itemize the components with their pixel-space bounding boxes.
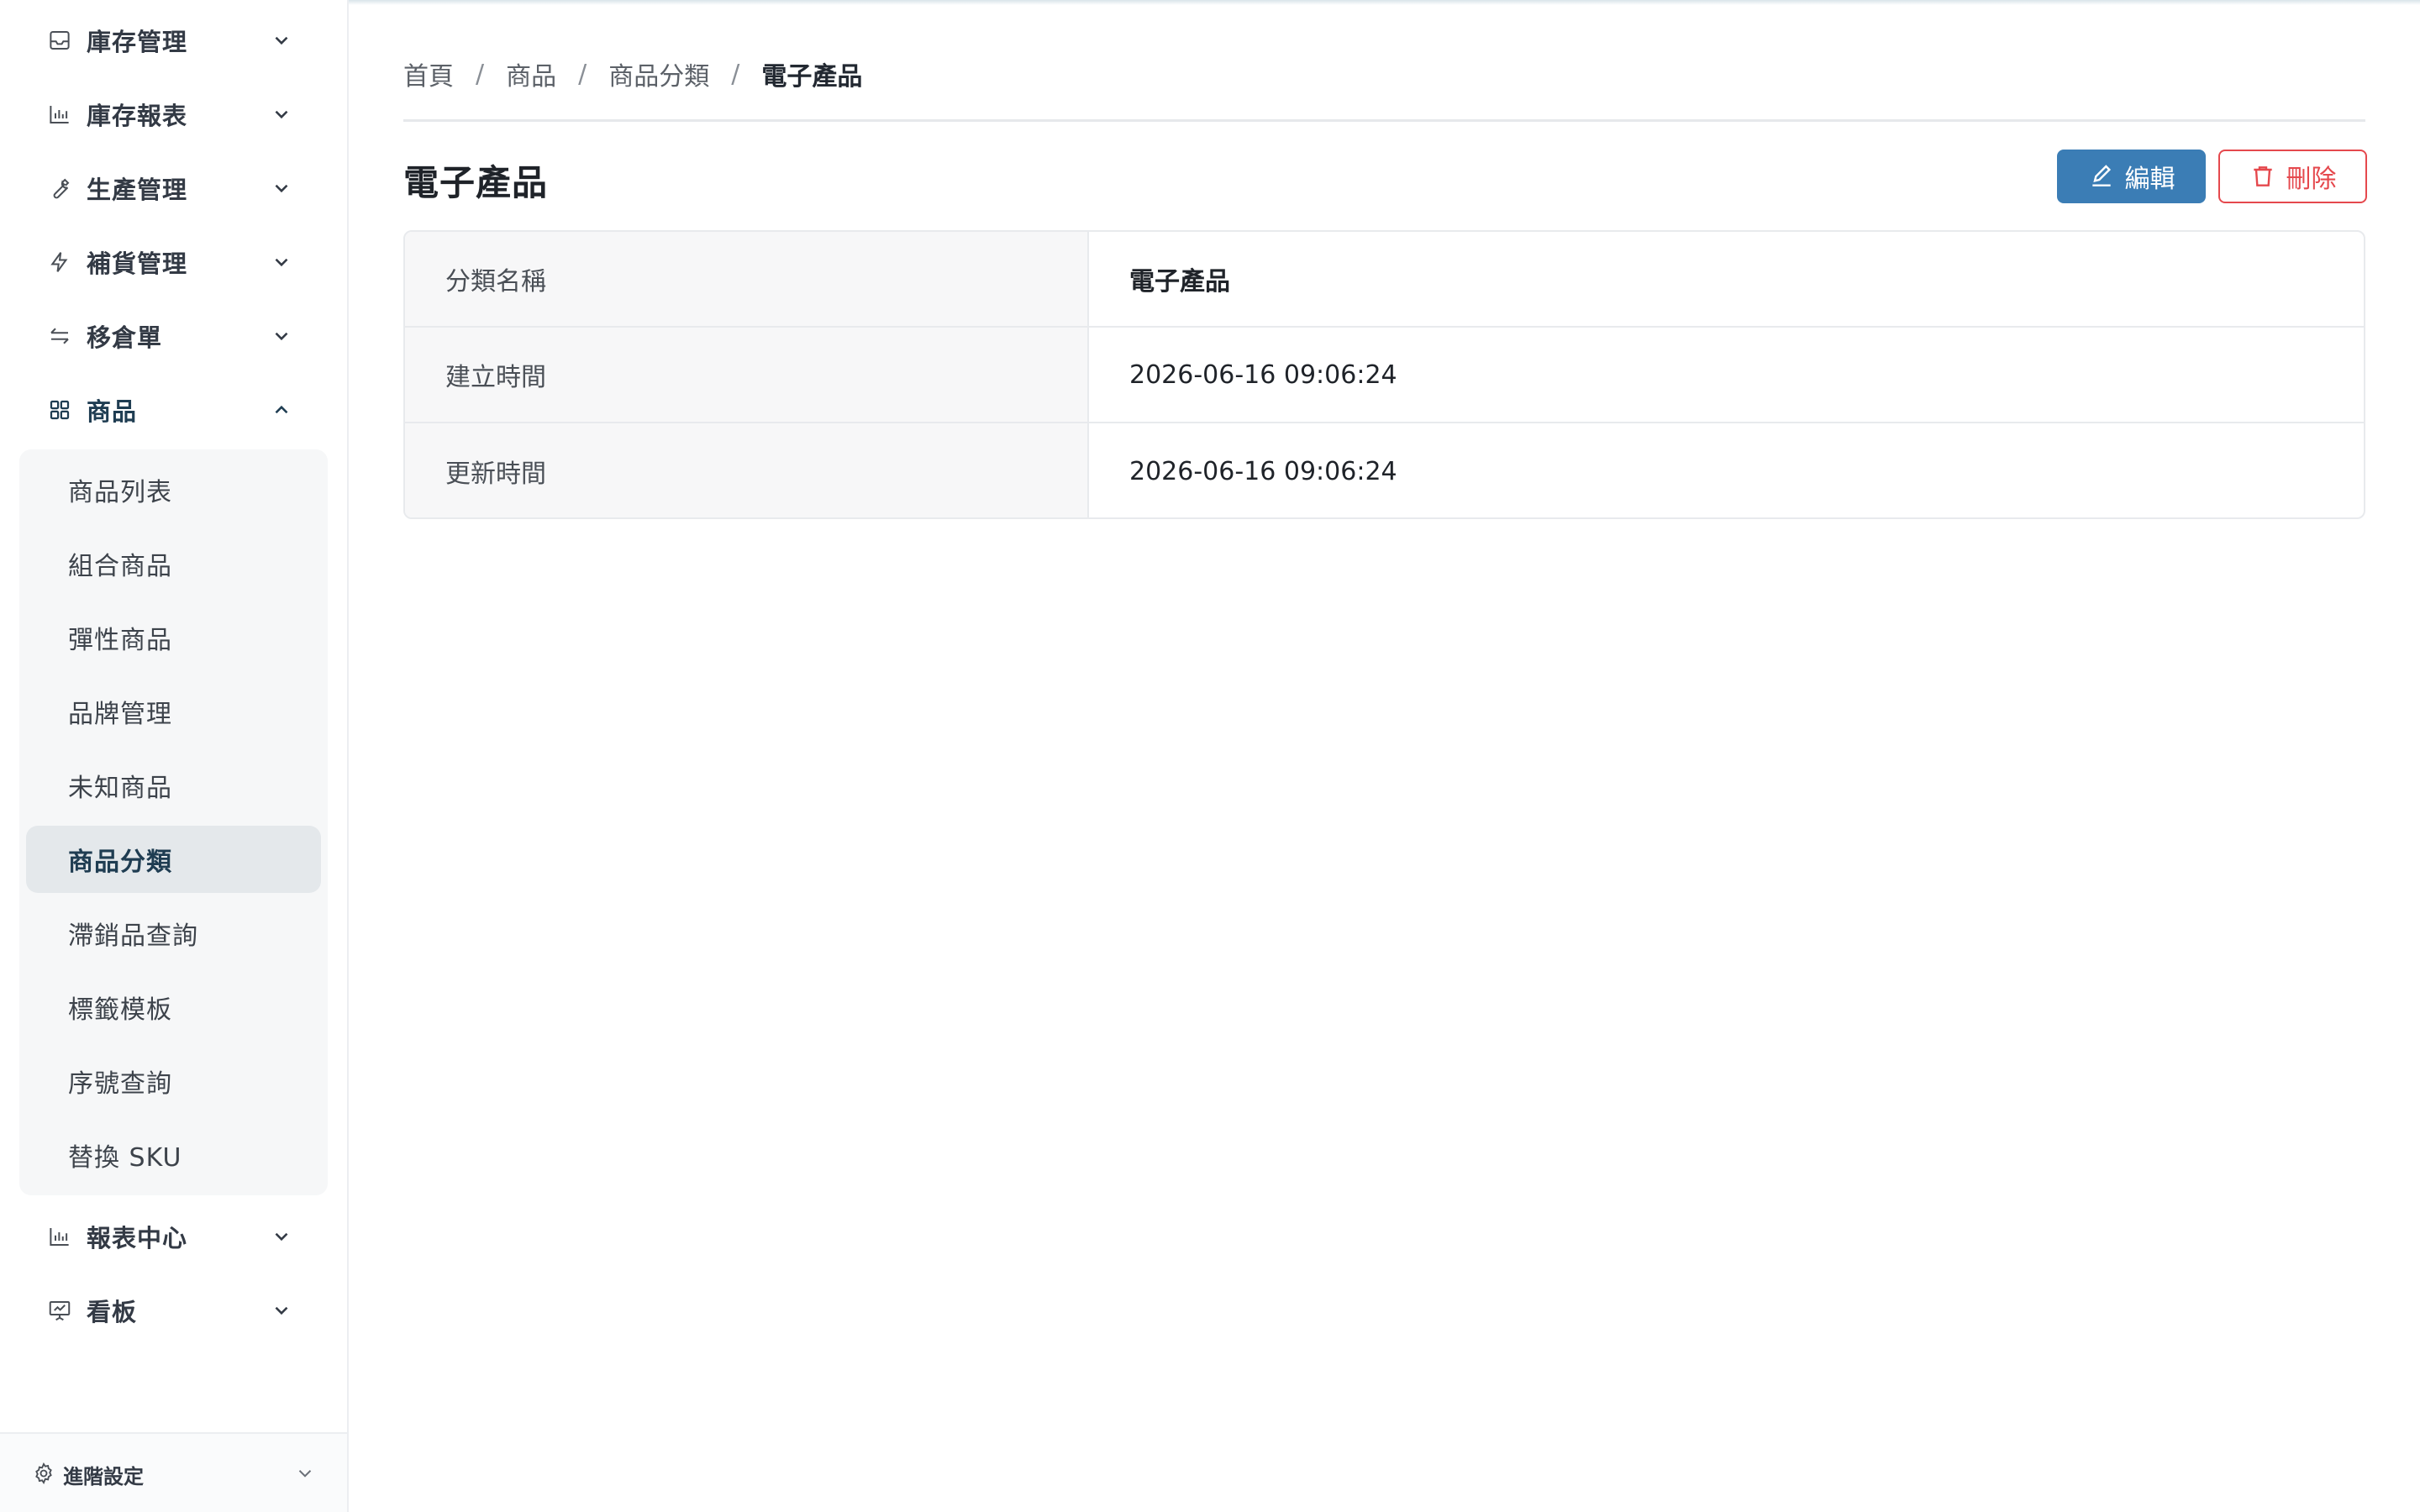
trash-icon <box>2253 166 2272 186</box>
sidebar-item-dashboard[interactable]: 看板 <box>0 1277 347 1344</box>
submenu-item-label: 序號查詢 <box>68 1069 172 1099</box>
breadcrumb-product-categories[interactable]: 商品分類 <box>608 55 709 92</box>
sidebar-item-label: 生產管理 <box>87 176 188 204</box>
submenu-item-label: 滯銷品查詢 <box>68 921 198 951</box>
chevron-down-icon <box>267 100 296 129</box>
chevron-down-icon <box>267 174 296 202</box>
sidebar: 庫存管理 庫存報表 生產管理 補貨管理 移倉單 商品 商品列表 組合商品 彈性商… <box>0 0 349 1512</box>
chevron-down-icon <box>267 322 296 350</box>
submenu-item-bundle-products[interactable]: 組合商品 <box>26 530 321 597</box>
bar-chart-icon <box>45 100 74 129</box>
sidebar-item-products[interactable]: 商品 <box>0 376 347 444</box>
presentation-chart-icon <box>45 1296 74 1325</box>
submenu-item-slow-moving-query[interactable]: 滯銷品查詢 <box>26 900 321 967</box>
edit-button-label: 編輯 <box>2124 165 2175 194</box>
app-root: 庫存管理 庫存報表 生產管理 補貨管理 移倉單 商品 商品列表 組合商品 彈性商… <box>0 0 2420 1512</box>
grid-icon <box>45 396 74 424</box>
breadcrumb-divider <box>403 119 2365 122</box>
detail-row-created-at: 建立時間 2026-06-16 09:06:24 <box>405 328 2364 423</box>
submenu-item-label: 組合商品 <box>68 552 172 581</box>
delete-button[interactable]: 刪除 <box>2218 150 2367 203</box>
sidebar-item-label: 商品 <box>87 397 138 426</box>
page-title: 電子產品 <box>403 162 549 203</box>
bar-chart-icon <box>45 1222 74 1251</box>
main-content: 首頁 / 商品 / 商品分類 / 電子產品 電子產品 編輯 刪除 分類名稱 電子… <box>349 0 2420 1512</box>
breadcrumb-home[interactable]: 首頁 <box>403 55 454 92</box>
chevron-down-icon <box>267 248 296 276</box>
submenu-item-label: 商品列表 <box>68 478 172 507</box>
top-bar-shadow <box>349 0 2420 5</box>
products-submenu: 商品列表 組合商品 彈性商品 品牌管理 未知商品 商品分類 滯銷品查詢 標籤模板 <box>19 449 328 1195</box>
detail-value: 2026-06-16 09:06:24 <box>1129 360 1397 390</box>
submenu-item-product-categories[interactable]: 商品分類 <box>26 826 321 893</box>
sidebar-item-label: 庫存報表 <box>87 102 188 130</box>
sidebar-item-transfer[interactable]: 移倉單 <box>0 302 347 370</box>
detail-value: 電子產品 <box>1129 267 1230 297</box>
detail-key: 建立時間 <box>405 328 1089 422</box>
lightning-icon <box>45 248 74 276</box>
submenu-item-label: 標籤模板 <box>68 995 172 1025</box>
chevron-down-icon <box>267 1296 296 1325</box>
breadcrumb: 首頁 / 商品 / 商品分類 / 電子產品 <box>403 55 863 92</box>
sidebar-item-production[interactable]: 生產管理 <box>0 155 347 222</box>
chevron-down-icon <box>267 26 296 55</box>
submenu-item-serial-query[interactable]: 序號查詢 <box>26 1047 321 1115</box>
breadcrumb-separator: / <box>578 59 587 89</box>
submenu-item-brand-management[interactable]: 品牌管理 <box>26 678 321 745</box>
transfer-icon <box>45 322 74 350</box>
detail-value: 2026-06-16 09:06:24 <box>1129 456 1397 486</box>
breadcrumb-separator: / <box>476 59 485 89</box>
sidebar-item-label: 移倉單 <box>87 323 163 352</box>
submenu-item-label: 未知商品 <box>68 774 172 803</box>
edit-button[interactable]: 編輯 <box>2057 150 2206 203</box>
submenu-item-flexible-products[interactable]: 彈性商品 <box>26 604 321 671</box>
sidebar-item-label: 看板 <box>87 1298 138 1326</box>
submenu-item-product-list[interactable]: 商品列表 <box>26 456 321 523</box>
detail-key: 分類名稱 <box>405 232 1089 326</box>
breadcrumb-products[interactable]: 商品 <box>506 55 556 92</box>
sidebar-item-label: 補貨管理 <box>87 249 188 278</box>
chevron-down-icon <box>267 1222 296 1251</box>
pencil-icon <box>2091 165 2111 186</box>
sidebar-item-label: 報表中心 <box>87 1224 188 1252</box>
submenu-item-label-templates[interactable]: 標籤模板 <box>26 974 321 1041</box>
gear-icon <box>35 1462 52 1485</box>
sidebar-item-inventory[interactable]: 庫存管理 <box>0 7 347 74</box>
delete-button-label: 刪除 <box>2286 165 2337 194</box>
submenu-item-label: 替換 SKU <box>68 1143 182 1173</box>
breadcrumb-current: 電子產品 <box>761 62 863 92</box>
category-detail-table: 分類名稱 電子產品 建立時間 2026-06-16 09:06:24 更新時間 … <box>403 230 2365 519</box>
submenu-item-label: 品牌管理 <box>68 700 172 729</box>
submenu-item-unknown-products[interactable]: 未知商品 <box>26 752 321 819</box>
submenu-item-replace-sku[interactable]: 替換 SKU <box>26 1121 321 1189</box>
inbox-icon <box>45 26 74 55</box>
sidebar-item-label: 庫存管理 <box>87 28 188 56</box>
advanced-settings-toggle[interactable]: 進階設定 <box>0 1432 347 1512</box>
detail-key: 更新時間 <box>405 423 1089 517</box>
chevron-up-icon <box>267 396 296 424</box>
breadcrumb-separator: / <box>731 59 740 89</box>
submenu-item-label: 商品分類 <box>68 848 172 877</box>
chevron-down-icon <box>298 1470 312 1478</box>
sidebar-item-inventory-report[interactable]: 庫存報表 <box>0 81 347 148</box>
sidebar-item-report-center[interactable]: 報表中心 <box>0 1203 347 1270</box>
advanced-settings-label: 進階設定 <box>63 1465 144 1488</box>
sidebar-item-replenishment[interactable]: 補貨管理 <box>0 228 347 296</box>
detail-row-updated-at: 更新時間 2026-06-16 09:06:24 <box>405 423 2364 517</box>
submenu-item-label: 彈性商品 <box>68 626 172 655</box>
detail-row-category-name: 分類名稱 電子產品 <box>405 232 2364 328</box>
wrench-icon <box>45 174 74 202</box>
